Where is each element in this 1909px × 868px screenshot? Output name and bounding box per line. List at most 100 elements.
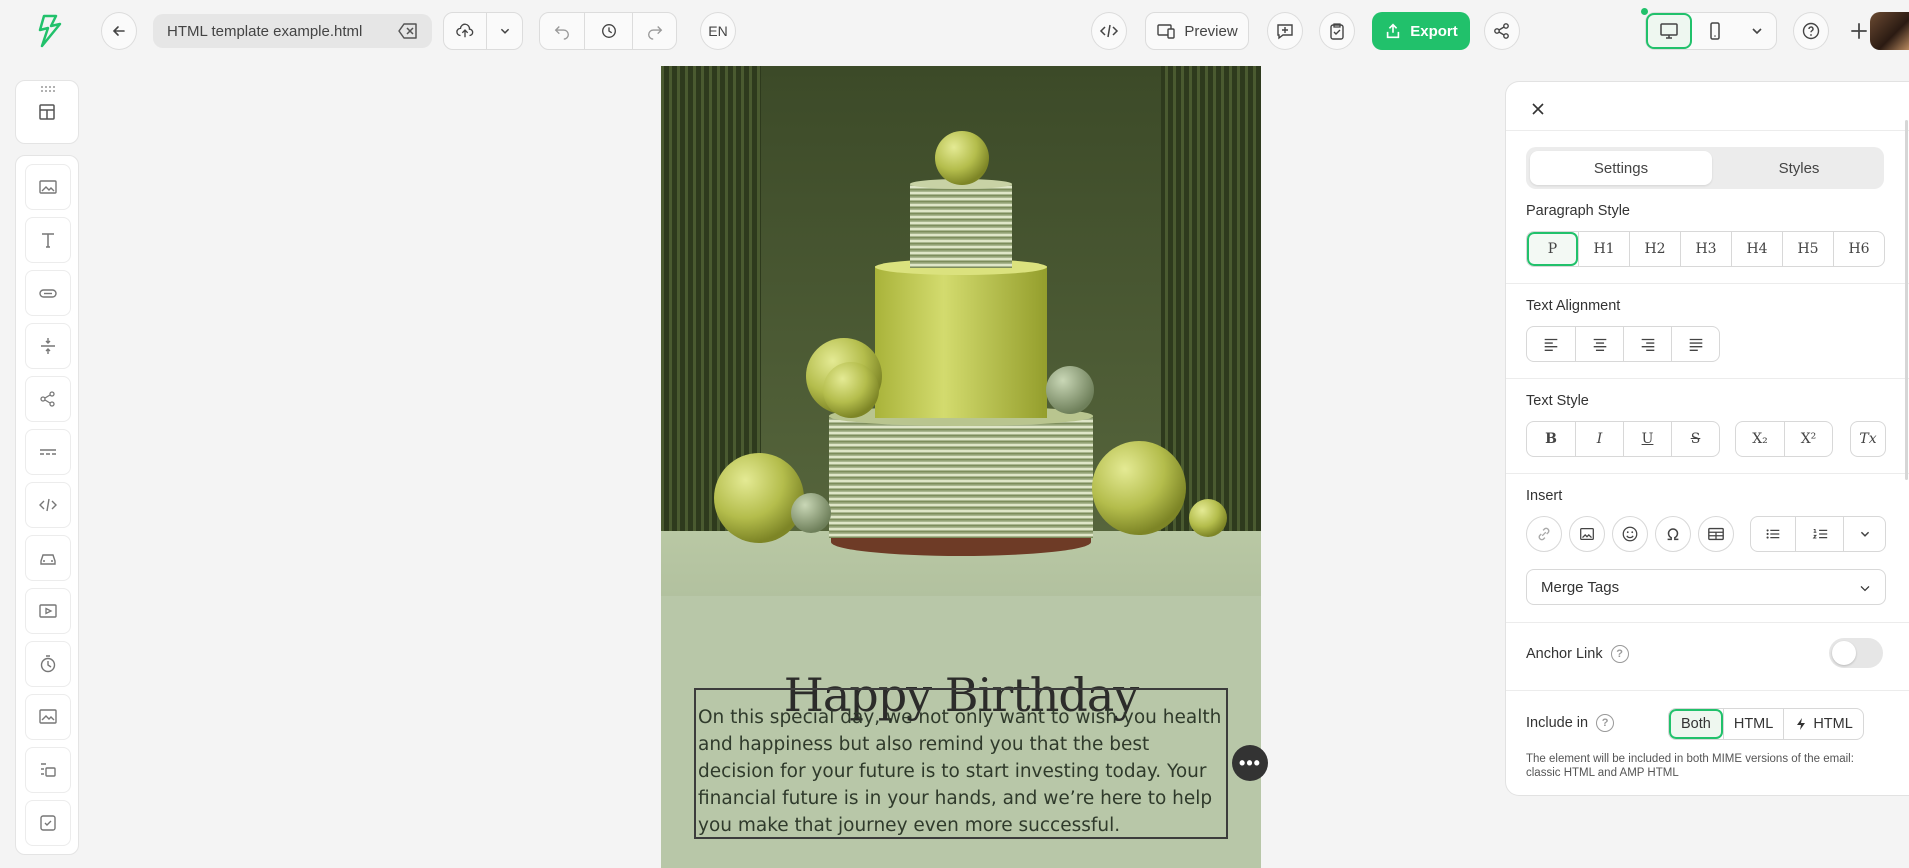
app-logo[interactable] [38,14,62,48]
save-group [443,12,523,50]
layout-blocks-icon [39,104,55,120]
block-html[interactable] [25,482,71,528]
omega-icon [1667,528,1679,541]
align-right-button[interactable] [1623,327,1671,361]
numbered-list-icon [1812,529,1827,539]
style-h6-button[interactable]: H6 [1833,232,1884,266]
image-icon [1580,527,1594,541]
insert-emoji-button[interactable] [1612,516,1648,552]
cloud-upload-button[interactable] [444,13,486,49]
section-divider [1506,378,1909,379]
back-button[interactable] [101,12,137,50]
clear-formatting-button[interactable]: Tx [1850,421,1886,457]
bullet-list-button[interactable] [1751,517,1795,551]
include-in-note: The element will be included in both MIM… [1526,753,1854,779]
user-avatar[interactable] [1870,12,1909,50]
block-amp-form[interactable] [25,800,71,846]
mobile-icon [1710,22,1720,40]
arrow-left-icon [112,26,125,36]
divider-icon [40,449,56,455]
button-icon [39,289,57,298]
hero-image[interactable] [661,66,1261,596]
help-icon[interactable]: ? [1610,645,1629,663]
undo-button[interactable] [540,13,584,49]
block-banner[interactable] [25,694,71,740]
preview-devices-icon [1157,24,1176,39]
style-h2-button[interactable]: H2 [1629,232,1680,266]
lightning-icon [1797,718,1806,730]
subscript-button[interactable]: X₂ [1736,422,1784,456]
block-video[interactable] [25,588,71,634]
add-comment-button[interactable] [1267,12,1303,50]
style-h1-button[interactable]: H1 [1578,232,1629,266]
blocks-panel-header[interactable] [15,80,79,144]
block-button[interactable] [25,270,71,316]
style-h5-button[interactable]: H5 [1782,232,1833,266]
style-h3-button[interactable]: H3 [1680,232,1731,266]
menu-bar-icon [40,554,56,565]
add-collaborator-button[interactable] [1848,20,1870,42]
insert-image-button[interactable] [1569,516,1605,552]
panel-scrollbar[interactable] [1905,120,1908,480]
help-icon[interactable]: ? [1596,714,1615,732]
table-icon [1708,527,1724,541]
block-divider[interactable] [25,429,71,475]
align-right-icon [1641,338,1654,351]
anchor-link-row: Anchor Link? [1526,645,1629,663]
insert-table-button[interactable] [1698,516,1734,552]
code-view-button[interactable] [1091,12,1127,50]
insert-special-char-button[interactable] [1655,516,1691,552]
tab-settings[interactable]: Settings [1530,151,1712,185]
align-justify-button[interactable] [1671,327,1719,361]
section-divider [1506,690,1909,691]
bold-button[interactable]: B [1527,422,1575,456]
underline-button[interactable]: U [1623,422,1671,456]
include-html-button[interactable]: HTML [1722,709,1783,739]
share-icon [1494,23,1509,39]
export-button[interactable]: Export [1372,12,1470,50]
mobile-view-button[interactable] [1692,13,1738,49]
include-both-button[interactable]: Both [1669,709,1723,739]
help-button[interactable] [1793,12,1829,50]
block-menu[interactable] [25,535,71,581]
checkbox-icon [40,815,56,831]
block-amp-accordion[interactable] [25,747,71,793]
strikethrough-button[interactable]: S [1671,422,1719,456]
language-button[interactable]: EN [700,12,736,50]
merge-tags-dropdown[interactable]: Merge Tags [1526,569,1886,605]
include-amp-html-button[interactable]: HTML [1783,709,1862,739]
block-more-options-button[interactable]: ••• [1232,745,1268,781]
block-social[interactable] [25,376,71,422]
file-name-field[interactable]: HTML template example.html [153,14,432,48]
italic-button[interactable]: I [1575,422,1623,456]
section-divider [1506,622,1909,623]
comment-plus-icon [1277,24,1293,40]
chevron-down-icon [1860,531,1869,537]
redo-button[interactable] [632,13,676,49]
tab-styles[interactable]: Styles [1708,151,1890,185]
block-image[interactable] [25,164,71,210]
test-checklist-button[interactable] [1319,12,1355,50]
superscript-button[interactable]: X² [1784,422,1832,456]
share-button[interactable] [1484,12,1520,50]
save-options-button[interactable] [486,13,522,49]
clear-name-icon[interactable] [398,22,418,40]
device-options-button[interactable] [1738,13,1776,49]
desktop-view-button[interactable] [1646,13,1692,49]
numbered-list-button[interactable] [1795,517,1843,551]
history-group [539,12,677,50]
preview-button[interactable]: Preview [1145,12,1249,50]
version-history-button[interactable] [584,13,632,49]
anchor-link-toggle[interactable] [1829,638,1883,668]
style-p-button[interactable]: P [1527,232,1578,266]
block-spacer[interactable] [25,323,71,369]
align-left-button[interactable] [1527,327,1575,361]
selected-text-block[interactable]: On this special day, we not only want to… [694,688,1228,839]
align-center-button[interactable] [1575,327,1623,361]
more-insert-button[interactable] [1843,517,1885,551]
block-timer[interactable] [25,641,71,687]
block-text[interactable] [25,217,71,263]
insert-link-button[interactable] [1526,516,1562,552]
style-h4-button[interactable]: H4 [1731,232,1782,266]
close-icon[interactable] [1528,99,1548,119]
